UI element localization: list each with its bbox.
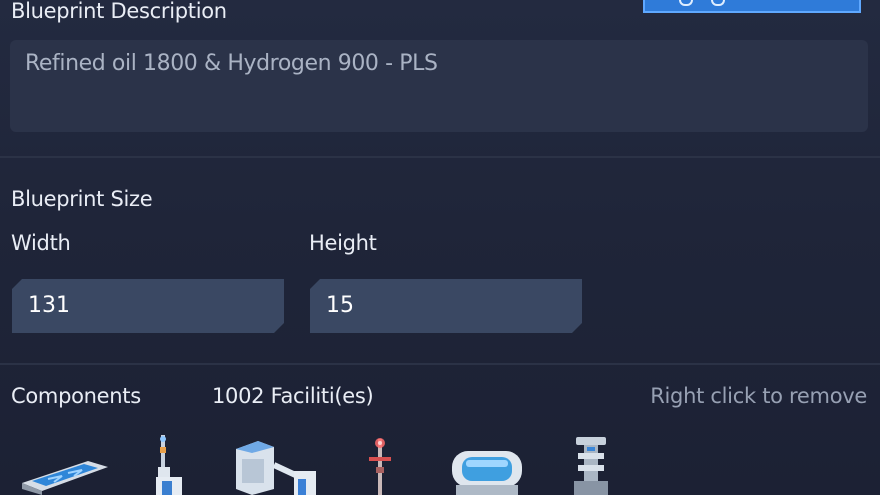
- conveyor-belt-icon[interactable]: [18, 453, 110, 495]
- power-pole-icon[interactable]: [366, 435, 394, 495]
- height-label: Height: [309, 231, 377, 255]
- remove-hint: Right click to remove: [650, 384, 867, 408]
- divider: [0, 156, 880, 158]
- button-glyph-icon: [711, 0, 725, 6]
- blueprint-size-label: Blueprint Size: [11, 187, 153, 211]
- width-input[interactable]: 131: [12, 279, 284, 333]
- facilities-count: 1002 Faciliti(es): [212, 384, 374, 408]
- divider: [0, 363, 880, 365]
- components-label: Components: [11, 384, 141, 408]
- description-label: Blueprint Description: [11, 0, 227, 23]
- description-text: Refined oil 1800 & Hydrogen 900 - PLS: [25, 51, 438, 76]
- width-label: Width: [11, 231, 71, 255]
- storage-tank-icon[interactable]: [448, 445, 526, 495]
- height-input[interactable]: 15: [310, 279, 582, 333]
- assembler-icon[interactable]: [232, 439, 320, 495]
- logistics-station-icon[interactable]: [570, 435, 612, 495]
- blueprint-panel: Blueprint Description Refined oil 1800 &…: [0, 0, 880, 495]
- sorter-icon[interactable]: [150, 433, 190, 495]
- button-glyph-icon: [679, 0, 693, 6]
- blueprint-action-button[interactable]: [643, 0, 861, 13]
- description-input[interactable]: Refined oil 1800 & Hydrogen 900 - PLS: [10, 40, 868, 132]
